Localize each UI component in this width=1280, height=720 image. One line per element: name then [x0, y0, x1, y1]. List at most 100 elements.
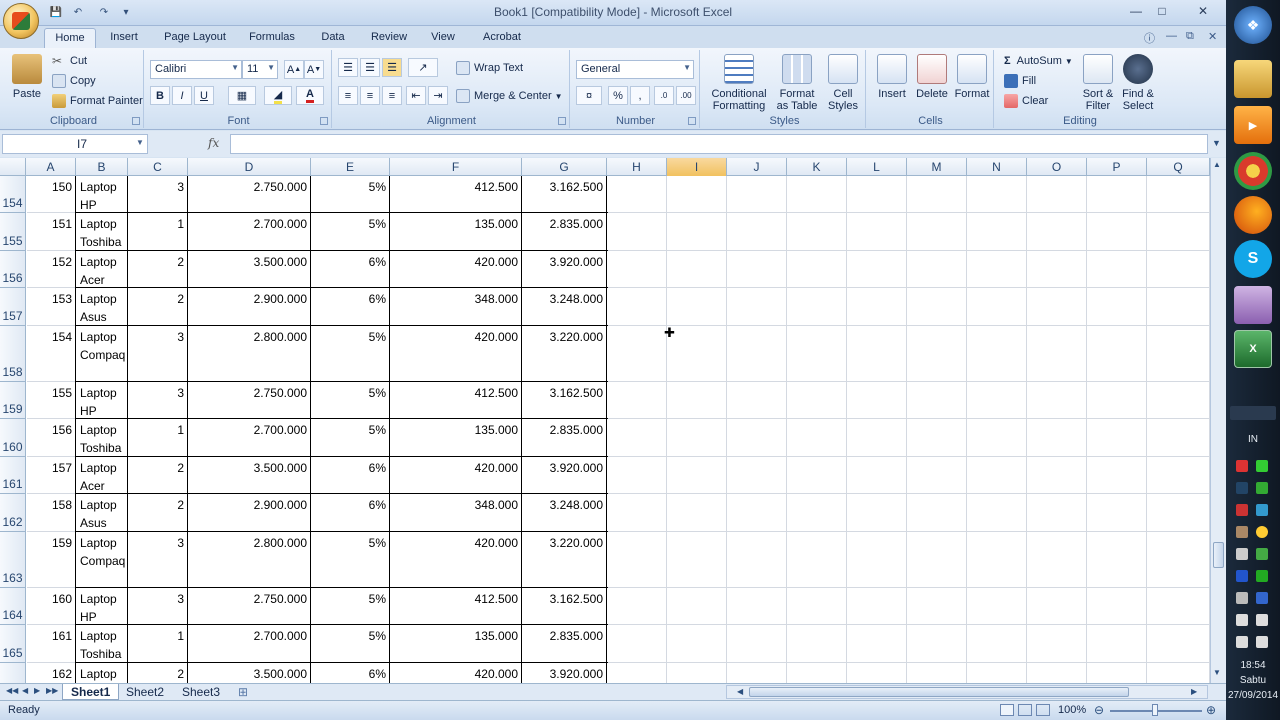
- tab-home[interactable]: Home: [44, 28, 96, 48]
- row-header[interactable]: 154: [0, 176, 26, 213]
- wrap-text-button[interactable]: Wrap Text: [456, 59, 523, 77]
- column-header-c[interactable]: C: [128, 158, 188, 176]
- row-header[interactable]: 165: [0, 625, 26, 663]
- cell-g[interactable]: 3.248.000: [522, 288, 607, 310]
- cell-e[interactable]: 5%: [311, 419, 390, 441]
- row-header[interactable]: 157: [0, 288, 26, 326]
- row-header[interactable]: 164: [0, 588, 26, 625]
- cell-f[interactable]: 135.000: [390, 419, 522, 441]
- cell-a[interactable]: 159: [26, 532, 76, 554]
- tab-view[interactable]: View: [424, 28, 462, 48]
- help-icon[interactable]: ⓘ: [1144, 30, 1155, 46]
- cell-f[interactable]: 412.500: [390, 382, 522, 404]
- volume-icon[interactable]: [1236, 614, 1248, 626]
- cell-d[interactable]: 3.500.000: [188, 251, 311, 273]
- minimize-button[interactable]: —: [1124, 2, 1148, 20]
- cell-e[interactable]: 5%: [311, 625, 390, 647]
- column-header-f[interactable]: F: [390, 158, 522, 176]
- formula-input[interactable]: [230, 134, 1208, 154]
- cell-c[interactable]: 2: [128, 251, 188, 273]
- tray-chrome-icon[interactable]: [1256, 504, 1268, 516]
- cell-d[interactable]: 2.800.000: [188, 532, 311, 554]
- cell-b-line2[interactable]: Compaq: [76, 550, 128, 572]
- cell-c[interactable]: 3: [128, 532, 188, 554]
- cell-d[interactable]: 3.500.000: [188, 457, 311, 479]
- column-header-q[interactable]: Q: [1147, 158, 1210, 176]
- skype-icon[interactable]: S: [1234, 240, 1272, 278]
- orientation-button[interactable]: ↗: [408, 58, 438, 77]
- cell-f[interactable]: 348.000: [390, 288, 522, 310]
- cell-g[interactable]: 3.920.000: [522, 251, 607, 273]
- column-header-a[interactable]: A: [26, 158, 76, 176]
- cell-a[interactable]: 161: [26, 625, 76, 647]
- row-header[interactable]: 159: [0, 382, 26, 419]
- cell-e[interactable]: 5%: [311, 326, 390, 348]
- insert-function-icon[interactable]: fx: [208, 136, 219, 150]
- cell-d[interactable]: 2.750.000: [188, 176, 311, 198]
- vertical-scrollbar[interactable]: ▲ ▼: [1210, 158, 1226, 683]
- cell-c[interactable]: 1: [128, 625, 188, 647]
- row-header[interactable]: [0, 663, 26, 683]
- font-size-select[interactable]: 11 ▼: [242, 60, 278, 79]
- column-header-j[interactable]: J: [727, 158, 787, 176]
- cell-e[interactable]: 6%: [311, 251, 390, 273]
- tray-status-icon[interactable]: [1256, 460, 1268, 472]
- sheet-tab-3[interactable]: Sheet3: [174, 684, 228, 700]
- cell-e[interactable]: 6%: [311, 494, 390, 516]
- clipboard-launcher-icon[interactable]: [132, 117, 140, 125]
- increase-decimal-button[interactable]: .0: [654, 86, 674, 105]
- cell-a[interactable]: 154: [26, 326, 76, 348]
- cell-a[interactable]: 162: [26, 663, 76, 683]
- insert-sheet-icon[interactable]: ⊞: [230, 684, 256, 700]
- align-middle-button[interactable]: ☰: [360, 58, 380, 77]
- cell-g[interactable]: 3.248.000: [522, 494, 607, 516]
- comma-style-button[interactable]: ,: [630, 86, 650, 105]
- cell-d[interactable]: 2.750.000: [188, 382, 311, 404]
- accounting-format-button[interactable]: ¤: [576, 86, 602, 105]
- scroll-left-icon[interactable]: ◀: [737, 687, 743, 696]
- clear-button[interactable]: Clear: [1004, 92, 1048, 110]
- merge-center-button[interactable]: Merge & Center ▼: [456, 87, 563, 105]
- cell-e[interactable]: 5%: [311, 176, 390, 198]
- column-header-g[interactable]: G: [522, 158, 607, 176]
- cell-c[interactable]: 3: [128, 176, 188, 198]
- tray-adobe-icon[interactable]: [1236, 504, 1248, 516]
- shrink-font-button[interactable]: A ▼: [304, 60, 324, 79]
- cell-c[interactable]: 3: [128, 326, 188, 348]
- increase-indent-button[interactable]: ⇥: [428, 86, 448, 105]
- tray-check-icon[interactable]: [1256, 482, 1268, 494]
- cell-e[interactable]: 5%: [311, 213, 390, 235]
- cell-g[interactable]: 2.835.000: [522, 419, 607, 441]
- cell-f[interactable]: 412.500: [390, 176, 522, 198]
- cell-a[interactable]: 157: [26, 457, 76, 479]
- cell-d[interactable]: 2.800.000: [188, 326, 311, 348]
- language-indicator[interactable]: IN: [1226, 434, 1280, 445]
- cell-a[interactable]: 152: [26, 251, 76, 273]
- alignment-launcher-icon[interactable]: [558, 117, 566, 125]
- tab-formulas[interactable]: Formulas: [244, 28, 300, 48]
- cell-e[interactable]: 5%: [311, 588, 390, 610]
- chrome-icon[interactable]: [1234, 152, 1272, 190]
- cell-c[interactable]: 1: [128, 419, 188, 441]
- cell-a[interactable]: 160: [26, 588, 76, 610]
- cell-g[interactable]: 3.162.500: [522, 176, 607, 198]
- column-header-o[interactable]: O: [1027, 158, 1087, 176]
- font-color-button[interactable]: A: [296, 86, 324, 105]
- cell-c[interactable]: 2: [128, 288, 188, 310]
- cell-c[interactable]: 2: [128, 494, 188, 516]
- sort-filter-button[interactable]: Sort & Filter: [1078, 54, 1118, 112]
- office-button[interactable]: [3, 3, 39, 39]
- font-name-select[interactable]: Calibri ▼: [150, 60, 242, 79]
- tray-nvidia-icon[interactable]: [1256, 570, 1268, 582]
- cell-d[interactable]: 3.500.000: [188, 663, 311, 683]
- row-header[interactable]: 156: [0, 251, 26, 288]
- cell-e[interactable]: 6%: [311, 457, 390, 479]
- borders-button[interactable]: ▦: [228, 86, 256, 105]
- column-header-i[interactable]: I: [667, 158, 727, 176]
- align-top-button[interactable]: ☰: [338, 58, 358, 77]
- taskbar-scroller[interactable]: [1230, 406, 1276, 420]
- tray-smiley-icon[interactable]: [1256, 526, 1268, 538]
- page-layout-view-icon[interactable]: [1018, 704, 1032, 716]
- select-all-corner[interactable]: [0, 158, 26, 176]
- tab-review[interactable]: Review: [366, 28, 412, 48]
